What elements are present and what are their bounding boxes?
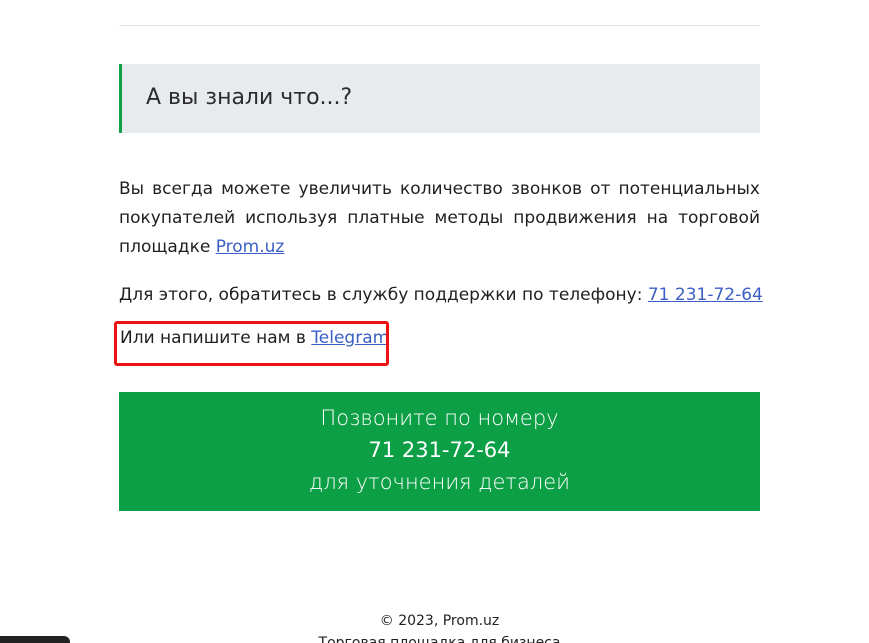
highlight-annotation-box — [114, 321, 389, 366]
call-us-button[interactable]: Позвоните по номеру 71 231-72-64 для уто… — [119, 392, 760, 511]
support-phone-link[interactable]: 71 231-72-64 — [648, 285, 763, 305]
top-divider — [119, 25, 760, 26]
footer-copyright: © 2023, Prom.uz — [379, 613, 500, 629]
cta-heading: Позвоните по номеру — [320, 406, 559, 430]
banner-title: А вы знали что...? — [146, 85, 353, 110]
support-text: Для этого, обратитесь в службу поддержки… — [119, 285, 648, 305]
page: А вы знали что...? Вы всегда можете увел… — [0, 0, 869, 643]
info-line-2: покупателей используя платные методы про… — [119, 208, 760, 228]
prom-uz-link[interactable]: Prom.uz — [216, 237, 285, 257]
support-line: Для этого, обратитесь в службу поддержки… — [119, 285, 763, 305]
info-line-3-text: площадке — [119, 237, 216, 257]
info-line-1: Вы всегда можете увеличить количество зв… — [119, 179, 760, 199]
cta-subtext: для уточнения деталей — [309, 470, 570, 494]
info-line-3: площадке Prom.uz — [119, 233, 760, 262]
did-you-know-banner: А вы знали что...? — [119, 64, 760, 133]
footer-tagline: Торговая площадка для бизнеса — [318, 635, 561, 643]
floating-widget[interactable] — [0, 636, 70, 643]
cta-phone-number: 71 231-72-64 — [368, 438, 511, 462]
info-paragraph: Вы всегда можете увеличить количество зв… — [119, 175, 760, 262]
